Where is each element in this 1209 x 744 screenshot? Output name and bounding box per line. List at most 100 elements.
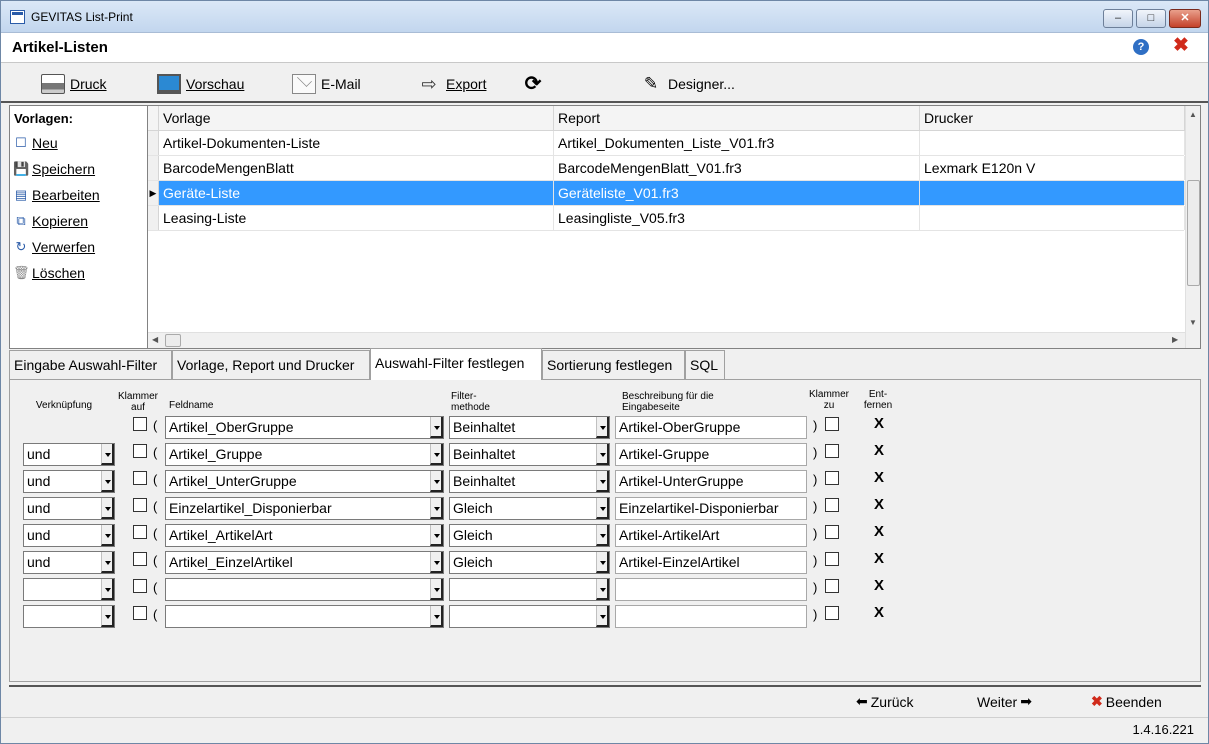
- feldname-select[interactable]: Artikel_OberGruppe: [165, 416, 444, 439]
- klammer-zu-checkbox[interactable]: [825, 525, 839, 539]
- filtermethode-select[interactable]: Beinhaltet: [449, 443, 610, 466]
- dropdown-arrow-icon[interactable]: [596, 606, 609, 627]
- dropdown-arrow-icon[interactable]: [430, 498, 443, 519]
- klammer-auf-checkbox[interactable]: [133, 498, 147, 512]
- scroll-thumb[interactable]: [1187, 180, 1200, 286]
- scroll-down-icon[interactable]: ▼: [1189, 318, 1197, 327]
- remove-row-icon[interactable]: X: [874, 604, 884, 621]
- exit-button[interactable]: ✖ Beenden: [1091, 693, 1162, 710]
- beschreibung-input[interactable]: [615, 578, 807, 601]
- dropdown-arrow-icon[interactable]: [596, 579, 609, 600]
- klammer-auf-checkbox[interactable]: [133, 606, 147, 620]
- klammer-auf-checkbox[interactable]: [133, 579, 147, 593]
- klammer-auf-checkbox[interactable]: [133, 552, 147, 566]
- remove-row-icon[interactable]: X: [874, 469, 884, 486]
- klammer-zu-checkbox[interactable]: [825, 498, 839, 512]
- scroll-thumb[interactable]: [165, 334, 181, 347]
- sidebar-item-speichern[interactable]: 💾 Speichern: [13, 158, 95, 180]
- table-row[interactable]: Artikel-Dokumenten-Liste Artikel_Dokumen…: [148, 131, 1185, 156]
- remove-row-icon[interactable]: X: [874, 523, 884, 540]
- dropdown-arrow-icon[interactable]: [430, 525, 443, 546]
- tab-sql[interactable]: SQL: [685, 350, 725, 380]
- feldname-select[interactable]: Artikel_EinzelArtikel: [165, 551, 444, 574]
- verknuepfung-select[interactable]: und: [23, 470, 115, 493]
- klammer-zu-checkbox[interactable]: [825, 552, 839, 566]
- maximize-button[interactable]: □: [1136, 9, 1166, 28]
- dropdown-arrow-icon[interactable]: [596, 417, 609, 438]
- dropdown-arrow-icon[interactable]: [596, 444, 609, 465]
- klammer-auf-checkbox[interactable]: [133, 525, 147, 539]
- sidebar-item-verwerfen[interactable]: ↻ Verwerfen: [13, 236, 96, 258]
- scroll-left-icon[interactable]: ◀: [152, 335, 158, 344]
- beschreibung-input[interactable]: Artikel-EinzelArtikel: [615, 551, 807, 574]
- dropdown-arrow-icon[interactable]: [430, 471, 443, 492]
- sidebar-item-kopieren[interactable]: ⧉ Kopieren: [13, 210, 88, 232]
- tab-auswahl-filter-festlegen[interactable]: Auswahl-Filter festlegen: [370, 348, 542, 380]
- designer-button[interactable]: ✎ Designer...: [639, 73, 735, 95]
- verknuepfung-select[interactable]: [23, 578, 115, 601]
- klammer-zu-checkbox[interactable]: [825, 579, 839, 593]
- export-button[interactable]: ⇨ Export: [417, 73, 486, 95]
- filtermethode-select[interactable]: [449, 605, 610, 628]
- close-icon[interactable]: ✖: [1173, 36, 1189, 56]
- print-button[interactable]: Druck: [41, 73, 107, 95]
- beschreibung-input[interactable]: Artikel-Gruppe: [615, 443, 807, 466]
- dropdown-arrow-icon[interactable]: [430, 444, 443, 465]
- verknuepfung-select[interactable]: [23, 605, 115, 628]
- sidebar-item-bearbeiten[interactable]: ▤ Bearbeiten: [13, 184, 100, 206]
- column-header-drucker[interactable]: Drucker: [920, 106, 1185, 131]
- klammer-zu-checkbox[interactable]: [825, 606, 839, 620]
- klammer-zu-checkbox[interactable]: [825, 471, 839, 485]
- feldname-select[interactable]: Artikel_UnterGruppe: [165, 470, 444, 493]
- preview-button[interactable]: Vorschau: [157, 73, 244, 95]
- dropdown-arrow-icon[interactable]: [596, 552, 609, 573]
- table-row[interactable]: Leasing-Liste Leasingliste_V05.fr3: [148, 206, 1185, 231]
- verknuepfung-select[interactable]: und: [23, 551, 115, 574]
- beschreibung-input[interactable]: Artikel-UnterGruppe: [615, 470, 807, 493]
- horizontal-scrollbar[interactable]: ◀ ▶: [148, 332, 1185, 348]
- verknuepfung-select[interactable]: und: [23, 443, 115, 466]
- beschreibung-input[interactable]: Artikel-ArtikelArt: [615, 524, 807, 547]
- dropdown-arrow-icon[interactable]: [430, 552, 443, 573]
- dropdown-arrow-icon[interactable]: [101, 579, 114, 600]
- email-button[interactable]: E-Mail: [292, 73, 361, 95]
- klammer-auf-checkbox[interactable]: [133, 417, 147, 431]
- minimize-button[interactable]: –: [1103, 9, 1133, 28]
- dropdown-arrow-icon[interactable]: [101, 525, 114, 546]
- tab-vorlage-report-drucker[interactable]: Vorlage, Report und Drucker: [172, 350, 370, 380]
- tab-eingabe-auswahl-filter[interactable]: Eingabe Auswahl-Filter: [9, 350, 172, 380]
- table-row[interactable]: BarcodeMengenBlatt BarcodeMengenBlatt_V0…: [148, 156, 1185, 181]
- dropdown-arrow-icon[interactable]: [101, 552, 114, 573]
- beschreibung-input[interactable]: Artikel-OberGruppe: [615, 416, 807, 439]
- filtermethode-select[interactable]: [449, 578, 610, 601]
- beschreibung-input[interactable]: Einzelartikel-Disponierbar: [615, 497, 807, 520]
- help-icon[interactable]: ?: [1133, 39, 1149, 55]
- klammer-auf-checkbox[interactable]: [133, 444, 147, 458]
- dropdown-arrow-icon[interactable]: [430, 579, 443, 600]
- klammer-zu-checkbox[interactable]: [825, 417, 839, 431]
- dropdown-arrow-icon[interactable]: [101, 444, 114, 465]
- verknuepfung-select[interactable]: und: [23, 524, 115, 547]
- vertical-scrollbar[interactable]: ▲ ▼: [1185, 106, 1200, 348]
- next-button[interactable]: Weiter ➡: [977, 693, 1032, 710]
- dropdown-arrow-icon[interactable]: [101, 606, 114, 627]
- feldname-select[interactable]: [165, 578, 444, 601]
- dropdown-arrow-icon[interactable]: [596, 498, 609, 519]
- refresh-button[interactable]: ⟳: [521, 73, 545, 95]
- remove-row-icon[interactable]: X: [874, 550, 884, 567]
- filtermethode-select[interactable]: Gleich: [449, 524, 610, 547]
- dropdown-arrow-icon[interactable]: [101, 498, 114, 519]
- remove-row-icon[interactable]: X: [874, 496, 884, 513]
- remove-row-icon[interactable]: X: [874, 415, 884, 432]
- verknuepfung-select[interactable]: und: [23, 497, 115, 520]
- back-button[interactable]: ⬅ Zurück: [856, 693, 914, 710]
- dropdown-arrow-icon[interactable]: [596, 471, 609, 492]
- feldname-select[interactable]: Artikel_ArtikelArt: [165, 524, 444, 547]
- tab-sortierung-festlegen[interactable]: Sortierung festlegen: [542, 350, 685, 380]
- table-row-selected[interactable]: ▶ Geräte-Liste Geräteliste_V01.fr3: [148, 181, 1185, 206]
- beschreibung-input[interactable]: [615, 605, 807, 628]
- dropdown-arrow-icon[interactable]: [430, 417, 443, 438]
- sidebar-item-neu[interactable]: ☐ Neu: [13, 132, 58, 154]
- dropdown-arrow-icon[interactable]: [596, 525, 609, 546]
- dropdown-arrow-icon[interactable]: [430, 606, 443, 627]
